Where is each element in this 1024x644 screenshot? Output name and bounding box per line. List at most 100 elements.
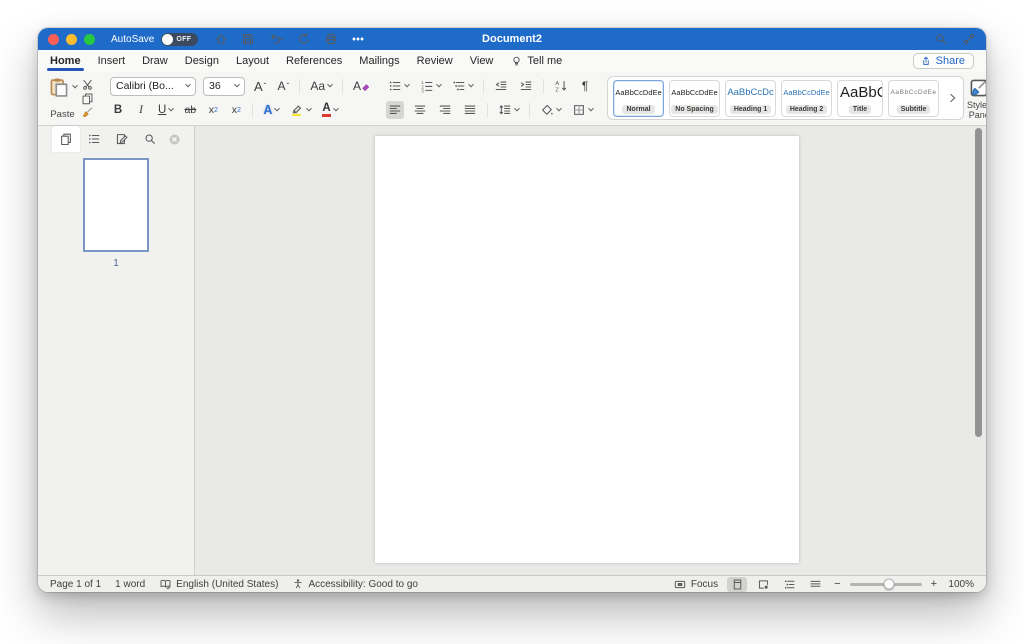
style-heading-2[interactable]: AaBbCcDdEe Heading 2 bbox=[781, 80, 832, 117]
spellcheck-status[interactable]: English (United States) bbox=[159, 578, 278, 591]
shading-button[interactable] bbox=[538, 101, 563, 119]
highlight-button[interactable] bbox=[288, 101, 313, 119]
font-color-button[interactable]: A bbox=[320, 101, 339, 119]
spellcheck-icon bbox=[159, 578, 172, 591]
web-layout-icon bbox=[757, 578, 770, 591]
underline-button[interactable]: U bbox=[156, 101, 175, 119]
tab-design[interactable]: Design bbox=[185, 50, 219, 72]
strikethrough-button[interactable]: ab bbox=[182, 101, 198, 119]
tab-references[interactable]: References bbox=[286, 50, 342, 72]
copy-button[interactable] bbox=[79, 91, 96, 105]
document-map-icon bbox=[87, 132, 101, 146]
sort-button[interactable]: AZ bbox=[552, 77, 570, 95]
style-name: Heading 1 bbox=[730, 105, 771, 114]
increase-indent-button[interactable] bbox=[517, 77, 535, 95]
change-case-button[interactable]: Aa bbox=[308, 77, 334, 95]
bullets-button[interactable] bbox=[386, 77, 411, 95]
page-thumbnail-1[interactable] bbox=[83, 158, 149, 252]
style-title[interactable]: AaBbC Title bbox=[837, 80, 883, 117]
share-button[interactable]: Share bbox=[913, 53, 974, 69]
style-no-spacing[interactable]: AaBbCcDdEe No Spacing bbox=[669, 80, 720, 117]
search-icon[interactable] bbox=[934, 32, 948, 46]
zoom-slider-thumb[interactable] bbox=[884, 579, 895, 590]
align-left-button[interactable] bbox=[386, 101, 404, 119]
tell-me[interactable]: Tell me bbox=[510, 55, 562, 68]
subscript-button[interactable]: x2 bbox=[205, 101, 221, 119]
zoom-level[interactable]: 100% bbox=[946, 579, 974, 590]
cut-button[interactable] bbox=[79, 77, 96, 91]
style-heading-1[interactable]: AaBbCcDc Heading 1 bbox=[725, 80, 776, 117]
close-window-button[interactable] bbox=[48, 34, 59, 45]
grow-font-button[interactable]: Aˆ bbox=[252, 77, 268, 95]
web-layout-view-button[interactable] bbox=[753, 577, 773, 592]
sidebar-tab-thumbnails[interactable] bbox=[52, 126, 80, 152]
tab-view[interactable]: View bbox=[470, 50, 494, 72]
ribbon-tabs: Home Insert Draw Design Layout Reference… bbox=[38, 50, 986, 72]
sidebar-tab-comments[interactable] bbox=[108, 126, 136, 152]
share-icon bbox=[920, 55, 932, 67]
draft-view-button[interactable] bbox=[805, 577, 825, 592]
multilevel-list-button[interactable] bbox=[450, 77, 475, 95]
line-spacing-button[interactable] bbox=[496, 101, 521, 119]
svg-text:3: 3 bbox=[421, 88, 424, 93]
tab-mailings[interactable]: Mailings bbox=[359, 50, 399, 72]
bold-button[interactable]: B bbox=[110, 101, 126, 119]
align-right-button[interactable] bbox=[436, 101, 454, 119]
more-styles-chevron[interactable] bbox=[947, 94, 955, 102]
italic-glyph: I bbox=[139, 104, 143, 116]
save-icon[interactable] bbox=[241, 32, 255, 46]
paste-button[interactable]: Paste bbox=[48, 76, 77, 120]
autosave-toggle[interactable]: OFF bbox=[161, 33, 198, 46]
tab-draw[interactable]: Draw bbox=[142, 50, 168, 72]
tab-review[interactable]: Review bbox=[417, 50, 453, 72]
style-normal[interactable]: AaBbCcDdEe Normal bbox=[613, 80, 664, 117]
line-spacing-icon bbox=[498, 103, 512, 117]
minimize-window-button[interactable] bbox=[66, 34, 77, 45]
justify-button[interactable] bbox=[461, 101, 479, 119]
redo-icon[interactable] bbox=[297, 32, 311, 46]
style-subtitle[interactable]: AaBbCcDdEe Subtitle bbox=[888, 80, 939, 117]
style-sample: AaBbC bbox=[838, 81, 882, 105]
align-center-button[interactable] bbox=[411, 101, 429, 119]
format-painter-button[interactable] bbox=[79, 105, 96, 119]
superscript-button[interactable]: x2 bbox=[228, 101, 244, 119]
zoom-window-button[interactable] bbox=[84, 34, 95, 45]
sidebar-tab-headings[interactable] bbox=[80, 126, 108, 152]
more-commands-icon[interactable] bbox=[351, 32, 365, 46]
tab-layout[interactable]: Layout bbox=[236, 50, 269, 72]
zoom-out-button[interactable]: − bbox=[834, 578, 840, 590]
home-icon[interactable] bbox=[214, 32, 228, 46]
print-layout-view-button[interactable] bbox=[727, 577, 747, 592]
sidebar-tab-find[interactable] bbox=[136, 126, 164, 152]
focus-mode-button[interactable]: Focus bbox=[673, 578, 718, 591]
zoom-in-button[interactable]: + bbox=[931, 578, 937, 590]
italic-button[interactable]: I bbox=[133, 101, 149, 119]
accessibility-status[interactable]: Accessibility: Good to go bbox=[292, 578, 418, 590]
font-size-combo[interactable]: 36 bbox=[203, 77, 245, 96]
accessibility-icon bbox=[292, 578, 304, 590]
undo-icon[interactable] bbox=[268, 32, 284, 46]
sort-az-icon: AZ bbox=[554, 79, 568, 93]
collaboration-icon[interactable] bbox=[962, 32, 976, 46]
print-icon[interactable] bbox=[324, 32, 338, 46]
styles-pane-button[interactable]: Styles Pane bbox=[964, 75, 986, 121]
decrease-indent-button[interactable] bbox=[492, 77, 510, 95]
font-name-combo[interactable]: Calibri (Bo... bbox=[110, 77, 196, 96]
tab-home[interactable]: Home bbox=[50, 50, 81, 72]
paste-dropdown[interactable] bbox=[72, 83, 78, 89]
vertical-scrollbar[interactable] bbox=[975, 128, 982, 437]
numbering-button[interactable]: 123 bbox=[418, 77, 443, 95]
clear-formatting-button[interactable]: A bbox=[351, 77, 372, 95]
sidebar-close-button[interactable] bbox=[164, 126, 184, 152]
borders-button[interactable] bbox=[570, 101, 595, 119]
page-indicator[interactable]: Page 1 of 1 bbox=[50, 579, 101, 590]
show-marks-button[interactable]: ¶ bbox=[577, 77, 593, 95]
tab-insert[interactable]: Insert bbox=[98, 50, 126, 72]
word-count[interactable]: 1 word bbox=[115, 579, 145, 590]
text-effects-button[interactable]: A bbox=[261, 101, 281, 119]
outline-view-button[interactable] bbox=[779, 577, 799, 592]
document-page[interactable] bbox=[375, 136, 799, 563]
style-name: Title bbox=[849, 105, 871, 114]
zoom-slider[interactable] bbox=[850, 583, 922, 586]
shrink-font-button[interactable]: Aˇ bbox=[275, 77, 291, 95]
